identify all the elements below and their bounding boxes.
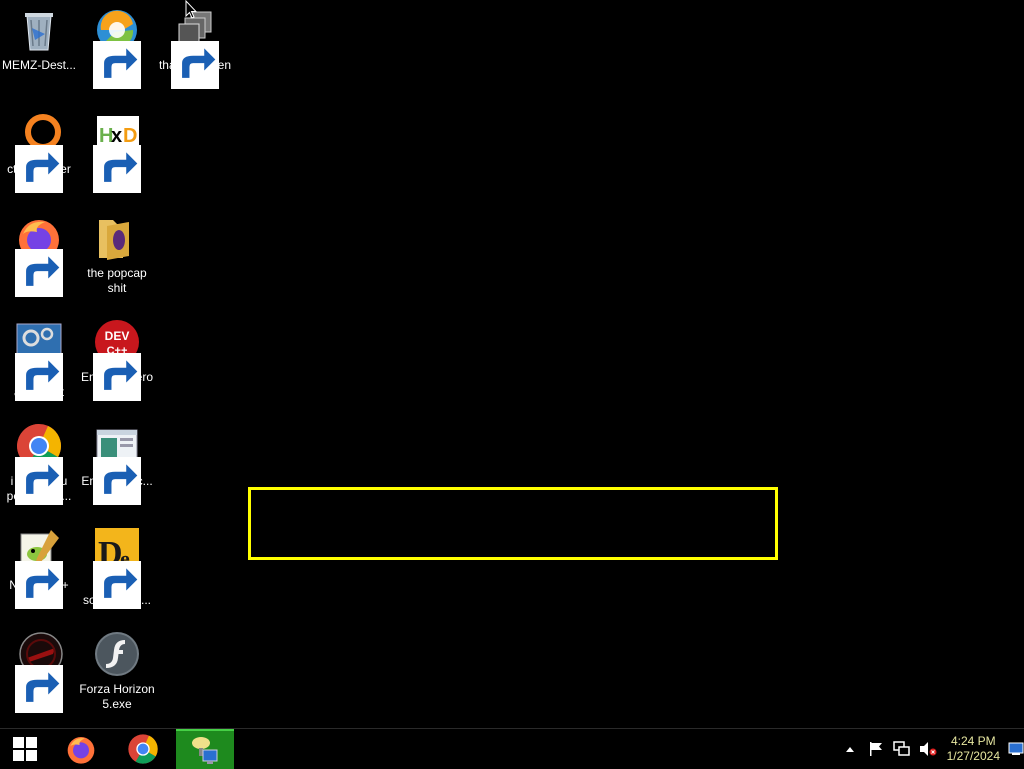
shortcut-arrow-icon bbox=[15, 457, 63, 505]
desktop-icon-label: the popcap shit bbox=[87, 266, 147, 295]
start-button[interactable] bbox=[0, 729, 50, 769]
desktop-icon-papers-please[interactable]: Papers, Please bbox=[0, 626, 78, 726]
desktop-icon-winaero[interactable]: Winaero Tweaker bbox=[78, 2, 156, 102]
hxd-icon: H x D bbox=[93, 110, 141, 193]
shortcut-arrow-icon bbox=[15, 665, 63, 713]
notification-icon bbox=[1008, 742, 1024, 755]
desktop-icon-forza[interactable]: Forza Horizon 5.exe bbox=[78, 626, 156, 726]
chevron-up-icon[interactable] bbox=[840, 739, 860, 759]
folder-icon bbox=[93, 214, 141, 262]
taskbar-chrome-button[interactable] bbox=[114, 729, 172, 769]
desktop-icon-popcap[interactable]: the popcap shit bbox=[78, 210, 156, 310]
desktop-icon-memz[interactable]: MEMZ-Dest... bbox=[0, 2, 78, 102]
clock-date: 1/27/2024 bbox=[946, 749, 1000, 763]
chrome-icon bbox=[15, 422, 63, 505]
clock-time: 4:24 PM bbox=[950, 734, 996, 748]
desktop-icon-firefox[interactable]: Firefox bbox=[0, 210, 78, 310]
system-tray: 4:24 PM 1/27/2024 bbox=[837, 729, 1024, 769]
shortcut-arrow-icon bbox=[93, 145, 141, 193]
desktop-icon-chrome[interactable]: i know you people we... bbox=[0, 418, 78, 518]
shortcut-arrow-icon bbox=[93, 41, 141, 89]
chrome-icon bbox=[128, 734, 158, 764]
devcpp-icon: DEV C++ bbox=[93, 318, 141, 401]
volume-muted-icon[interactable] bbox=[918, 739, 938, 759]
desktop-icon-notepadpp[interactable]: Notepad++ bbox=[0, 522, 78, 622]
shortcut-arrow-icon bbox=[15, 249, 63, 297]
monitor-gears-icon bbox=[15, 318, 63, 401]
show-desktop-button[interactable] bbox=[1008, 729, 1024, 769]
taskbar-active-app-button[interactable] bbox=[176, 729, 234, 769]
shortcut-arrow-icon bbox=[15, 561, 63, 609]
desktop-icon-forkie[interactable]: forkie attractant bbox=[0, 314, 78, 414]
desktop-icon-for-when[interactable]: D e for when some russi... bbox=[78, 522, 156, 622]
highlight-rectangle bbox=[248, 487, 778, 560]
papers-please-icon bbox=[15, 630, 63, 713]
shortcut-arrow-icon bbox=[15, 145, 63, 193]
desktop-icon-ctrl-a-enter[interactable]: ctrl+a, enter bbox=[0, 106, 78, 206]
recycle-bin-icon bbox=[15, 6, 63, 54]
shortcut-arrow-icon bbox=[93, 457, 141, 505]
window-app-icon bbox=[93, 422, 141, 505]
flag-icon[interactable] bbox=[866, 739, 886, 759]
mouse-cursor-icon bbox=[185, 0, 198, 20]
flash-icon bbox=[93, 630, 141, 678]
network-icon[interactable] bbox=[892, 739, 912, 759]
desktop-icon-label: MEMZ-Dest... bbox=[2, 58, 76, 72]
shortcut-arrow-icon bbox=[93, 353, 141, 401]
de-icon: D e bbox=[93, 526, 141, 609]
desktop-icon-devcpp[interactable]: DEV C++ Embarcadero Dev-C++ bbox=[78, 314, 156, 414]
desktop-icon-xd[interactable]: H x D xD bbox=[78, 106, 156, 206]
shortcut-arrow-icon bbox=[171, 41, 219, 89]
shortcut-arrow-icon bbox=[15, 353, 63, 401]
firefox-icon bbox=[67, 737, 95, 764]
orange-ring-icon bbox=[15, 110, 63, 193]
firefox-icon bbox=[15, 214, 63, 297]
desktop[interactable]: MEMZ-Dest... Winaero Tweaker bbox=[0, 0, 1024, 728]
windows-logo-icon bbox=[13, 737, 37, 761]
svg-text:DEV: DEV bbox=[105, 329, 130, 343]
taskbar: 4:24 PM 1/27/2024 bbox=[0, 728, 1024, 769]
network-app-icon bbox=[192, 737, 218, 764]
winaero-icon bbox=[93, 6, 141, 89]
taskbar-firefox-button[interactable] bbox=[52, 729, 110, 769]
desktop-icon-label: Forza Horizon 5.exe bbox=[79, 682, 155, 711]
shortcut-arrow-icon bbox=[93, 561, 141, 609]
svg-text:x: x bbox=[111, 125, 122, 147]
svg-text:D: D bbox=[123, 125, 137, 147]
notepadpp-icon bbox=[15, 526, 63, 609]
clock[interactable]: 4:24 PM 1/27/2024 bbox=[947, 734, 1000, 764]
desktop-icon-endermanch[interactable]: Endermanc... bbox=[78, 418, 156, 518]
